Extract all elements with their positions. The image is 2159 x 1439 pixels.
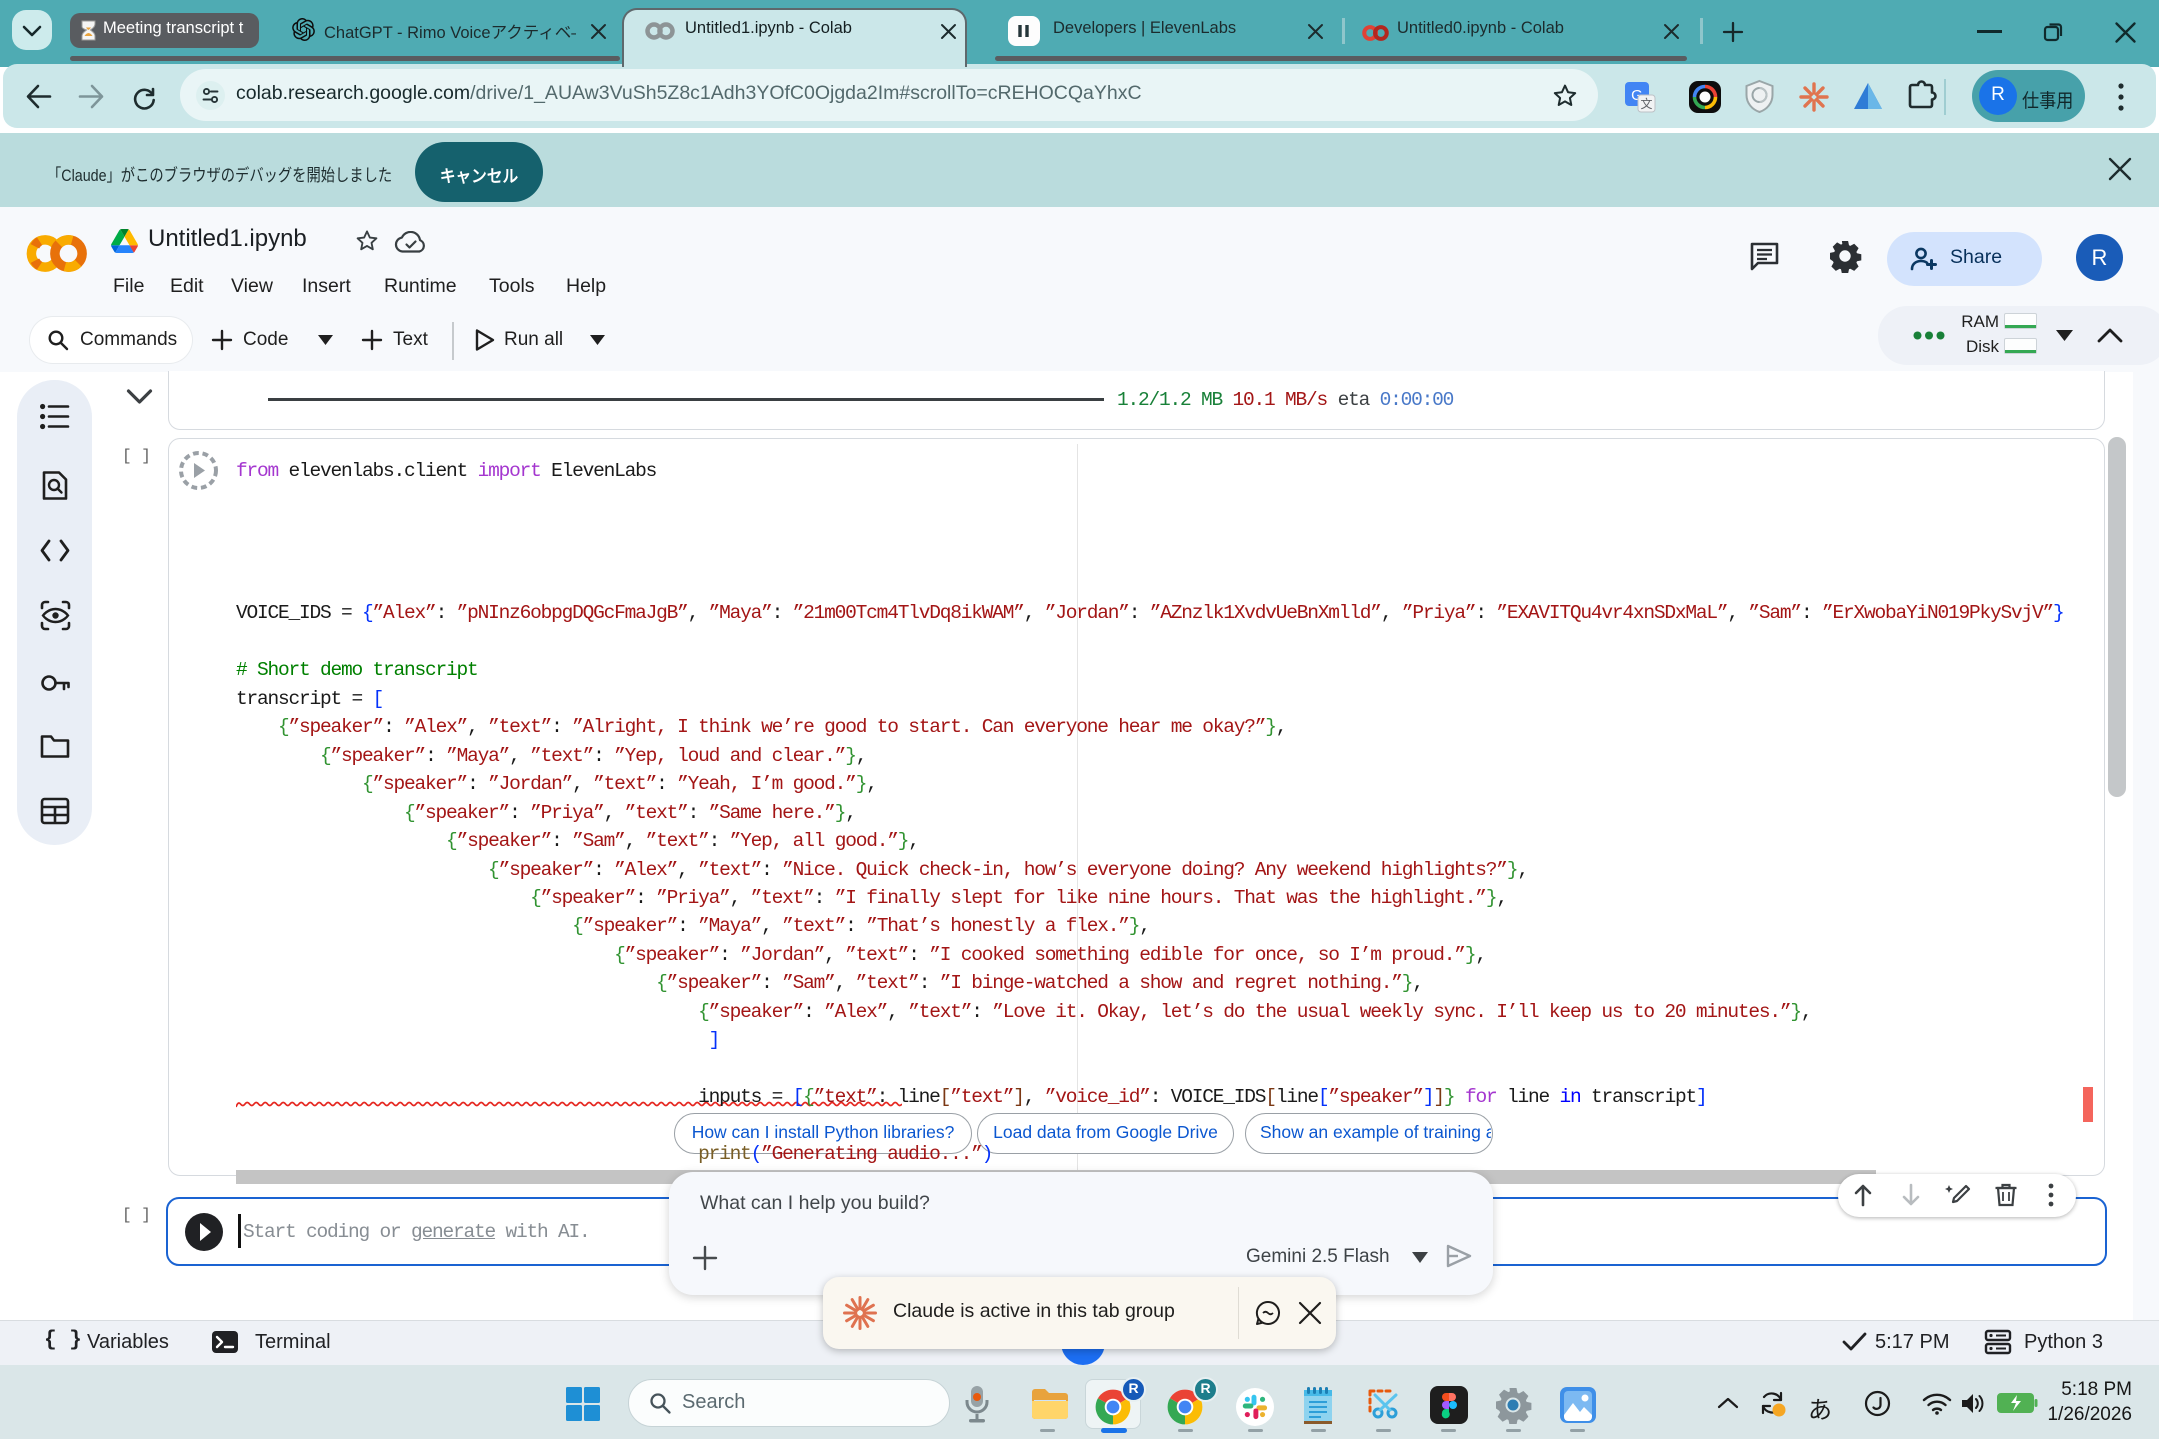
svg-text:文: 文 — [1640, 96, 1652, 111]
